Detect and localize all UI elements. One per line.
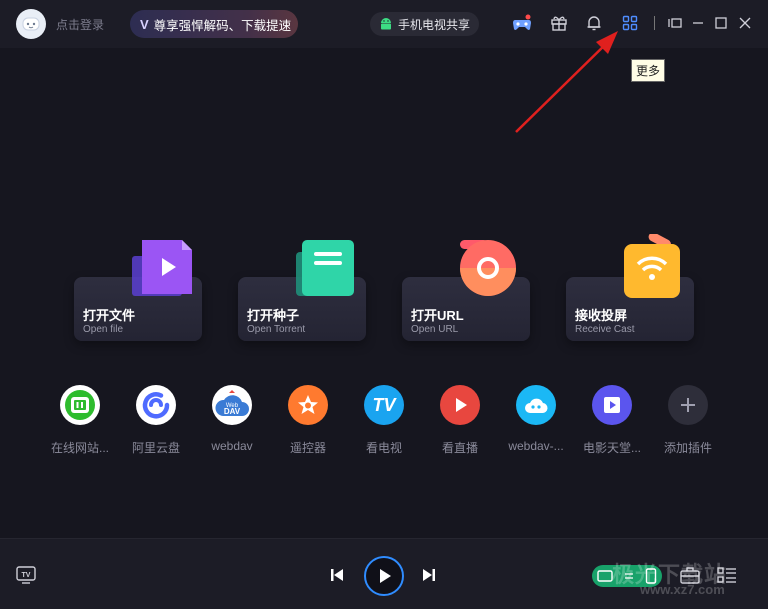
player-controls-bar: TV 极光下载站 www.xz7.com <box>0 538 768 609</box>
mini-mode-icon[interactable] <box>665 13 685 33</box>
live-icon <box>440 385 480 425</box>
watermark-url: www.xz7.com <box>640 582 725 597</box>
close-icon[interactable] <box>735 13 755 33</box>
play-button[interactable] <box>364 556 404 596</box>
plugin-label: 看直播 <box>441 441 478 455</box>
card-subtitle: Open URL <box>411 324 459 335</box>
android-icon <box>381 18 391 30</box>
open-torrent-icon <box>296 240 354 296</box>
previous-icon[interactable] <box>328 566 346 584</box>
svg-text:TV: TV <box>22 572 31 579</box>
iqiyi-icon <box>60 385 100 425</box>
landscape-icon <box>597 570 614 582</box>
webdav-badge-bottom: DAV <box>224 407 241 416</box>
movie-heaven-icon <box>592 385 632 425</box>
webdav-cloud-icon <box>516 385 556 425</box>
minimize-icon[interactable] <box>688 13 708 33</box>
plugin-label: 电影天堂... <box>582 441 641 455</box>
play-icon <box>380 569 391 583</box>
plugin-watch-tv[interactable]: TV 看电视 <box>344 385 424 456</box>
tv-badge: TV <box>372 394 396 415</box>
plugin-label: webdav <box>211 439 253 453</box>
plugin-webdav-cloud[interactable]: webdav-... <box>496 385 576 453</box>
login-link[interactable]: 点击登录 <box>56 16 104 33</box>
tv-mode-icon[interactable]: TV <box>15 565 37 585</box>
webdav-icon: Web DAV <box>212 385 252 425</box>
plugin-movie-heaven[interactable]: 电影天堂... <box>572 385 652 456</box>
plugin-add[interactable]: 添加插件 <box>648 385 728 456</box>
plugin-label: 添加插件 <box>663 441 712 455</box>
plugin-label: 在线网站... <box>50 441 109 455</box>
annotation-arrow <box>515 31 618 133</box>
card-title: 打开文件 <box>83 308 136 323</box>
plugin-online-sites[interactable]: 在线网站... <box>40 385 120 456</box>
plugin-aliyun-drive[interactable]: 阿里云盘 <box>116 385 196 456</box>
avatar[interactable] <box>16 9 46 39</box>
plugin-label: 阿里云盘 <box>131 441 180 455</box>
card-subtitle: Receive Cast <box>575 324 635 335</box>
plugin-label: 遥控器 <box>289 441 326 455</box>
next-icon[interactable] <box>420 566 438 584</box>
card-title: 接收投屏 <box>575 308 628 323</box>
aliyun-drive-icon <box>136 385 176 425</box>
tv-icon: TV <box>364 385 404 425</box>
title-separator <box>654 16 655 30</box>
share-label: 手机电视共享 <box>398 17 471 32</box>
title-bar: 点击登录 V 尊享强悍解码、下载提速 手机电视共享 <box>0 0 768 48</box>
plugin-webdav[interactable]: Web DAV webdav <box>192 385 272 453</box>
card-subtitle: Open file <box>83 324 124 335</box>
receive-cast-icon <box>624 234 680 298</box>
phone-tv-share-button[interactable]: 手机电视共享 <box>370 12 479 36</box>
card-title: 打开URL <box>411 308 464 323</box>
plugin-label: 看电视 <box>365 441 402 455</box>
card-title: 打开种子 <box>247 308 300 323</box>
vip-promo-button[interactable]: V 尊享强悍解码、下载提速 <box>130 10 298 38</box>
card-subtitle: Open Torrent <box>247 324 306 335</box>
plugin-label: webdav-... <box>508 439 564 453</box>
plugin-remote[interactable]: 遥控器 <box>268 385 348 456</box>
remote-icon <box>288 385 328 425</box>
more-tooltip: 更多 <box>631 59 665 82</box>
robot-avatar-icon <box>22 17 40 31</box>
vip-badge: V <box>140 16 149 32</box>
plugin-live[interactable]: 看直播 <box>420 385 500 456</box>
add-plugin-icon <box>668 385 708 425</box>
open-file-icon <box>132 240 192 296</box>
maximize-icon[interactable] <box>711 13 731 33</box>
vip-promo-label: 尊享强悍解码、下载提速 <box>153 18 292 33</box>
open-url-icon <box>460 240 516 296</box>
